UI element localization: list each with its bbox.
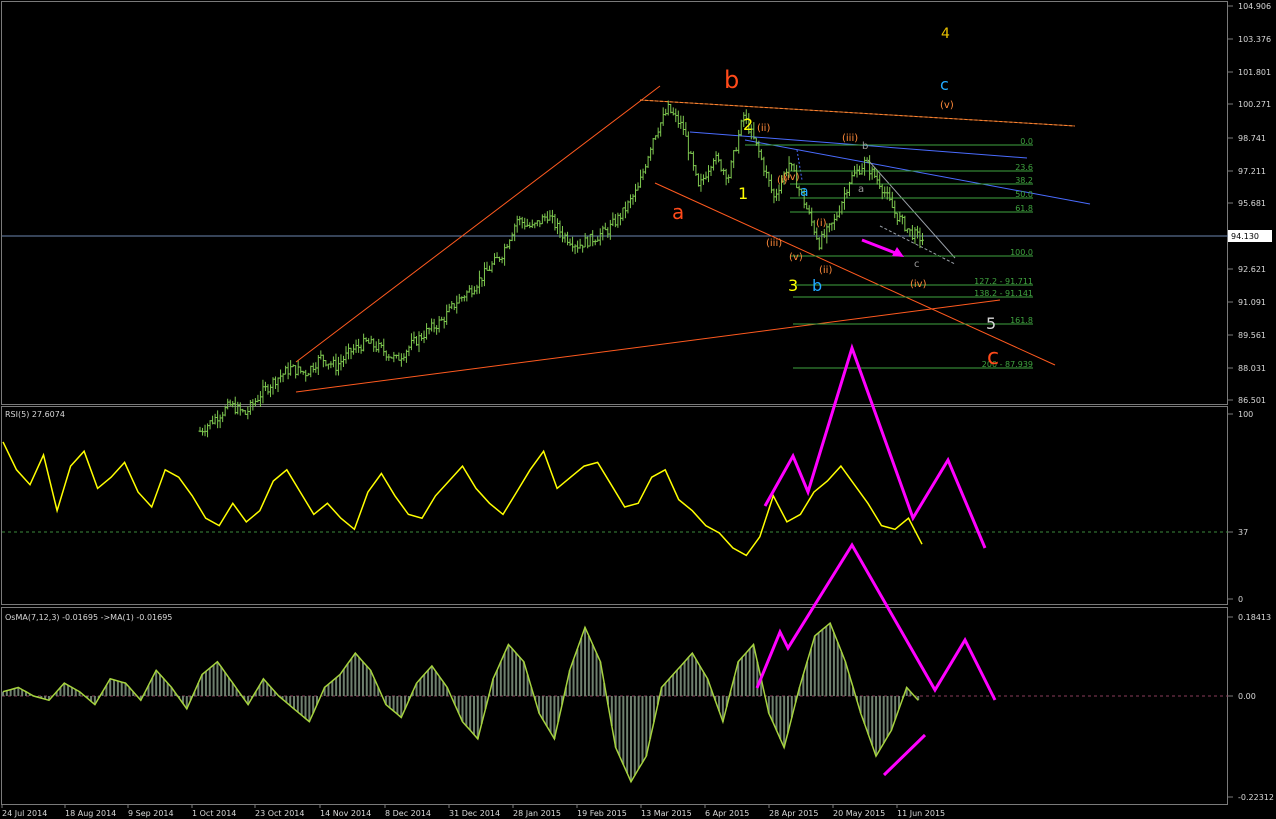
wave-label: b — [862, 141, 868, 152]
wave-label: 2 — [743, 115, 753, 134]
osma-histogram — [2, 623, 920, 782]
price-tick-label: 95.681 — [1238, 199, 1266, 208]
fib-label: 161.8 — [1010, 316, 1033, 325]
date-tick-label: 14 Nov 2014 — [320, 809, 371, 818]
wave-label: (v) — [789, 252, 803, 263]
wave-label: (v) — [940, 100, 954, 111]
wave-label: (iv) — [783, 172, 800, 183]
price-tick-label: 103.376 — [1238, 35, 1271, 44]
fib-label: 0.0 — [1020, 137, 1033, 146]
price-panel-frame — [1, 1, 1228, 405]
price-tick-label: 101.801 — [1238, 68, 1271, 77]
wave-label: 3 — [788, 276, 798, 295]
price-tick-label: 89.561 — [1238, 331, 1266, 340]
price-tick-label: 86.501 — [1238, 396, 1266, 405]
osma-tick-label: -0.22312 — [1238, 793, 1274, 802]
wave-label: a — [672, 200, 684, 224]
fib-label: 127.2 - 91.711 — [974, 277, 1033, 286]
price-axis: 104.906 103.376 101.801 100.271 98.741 97.211… — [1228, 2, 1271, 405]
date-tick-label: 9 Sep 2014 — [128, 809, 174, 818]
date-tick-label: 18 Aug 2014 — [65, 809, 116, 818]
date-tick-label: 13 Mar 2015 — [641, 809, 692, 818]
current-price-label: 94.130 — [1231, 232, 1259, 241]
wave-label: (iv) — [910, 279, 927, 290]
date-tick-label: 6 Apr 2015 — [705, 809, 749, 818]
osma-zigzag — [755, 542, 997, 701]
wave-label: a — [858, 184, 864, 195]
date-tick-label: 8 Dec 2014 — [385, 809, 431, 818]
rsi-line — [2, 441, 923, 557]
date-tick-label: 11 Jun 2015 — [897, 809, 945, 818]
date-tick-label: 23 Oct 2014 — [255, 809, 304, 818]
price-arrow-shaft — [861, 238, 899, 256]
osma-tick-label: 0.00 — [1238, 692, 1256, 701]
osma-title: OsMA(7,12,3) -0.01695 ->MA(1) -0.01695 — [5, 613, 172, 622]
trend-lines — [295, 85, 1091, 393]
small-wedge-upper — [867, 159, 956, 259]
wave-label: c — [940, 75, 949, 94]
fib-label: 50.0 — [1015, 190, 1033, 199]
wave-label: (iii) — [842, 133, 858, 144]
fib-label: 23.6 — [1015, 163, 1033, 172]
wave-label: b — [812, 276, 822, 295]
date-tick-label: 24 Jul 2014 — [2, 809, 47, 818]
rsi-zigzag — [763, 343, 987, 549]
rsi-axis: 100 37 0 — [1228, 410, 1253, 604]
osma-tick-label: 0.18413 — [1238, 613, 1271, 622]
date-axis: 24 Jul 2014 18 Aug 2014 9 Sep 2014 1 Oct 20… — [1, 804, 945, 818]
date-tick-label: 1 Oct 2014 — [192, 809, 236, 818]
price-tick-label: 92.621 — [1238, 265, 1266, 274]
osma-up-arrow — [882, 733, 927, 777]
date-tick-label: 28 Apr 2015 — [769, 809, 818, 818]
panel-frames — [1, 1, 1228, 805]
date-tick-label: 28 Jan 2015 — [513, 809, 561, 818]
wave-label: (i) — [816, 218, 827, 229]
wave-label: (ii) — [819, 265, 832, 276]
chart-canvas: 104.906 103.376 101.801 100.271 98.741 97.211… — [1, 1, 1274, 818]
wave-label: 5 — [986, 314, 996, 333]
resistance-line — [639, 99, 1076, 127]
wave-label: (ii) — [757, 123, 770, 134]
fib-label: 61.8 — [1015, 204, 1033, 213]
wedge-lower-line — [295, 299, 1001, 393]
fib-label: 100.0 — [1010, 248, 1033, 257]
wave-label: c — [914, 259, 920, 270]
wave-label: 1 — [738, 184, 748, 203]
fib-label: 138.2 - 91.141 — [974, 289, 1033, 298]
price-tick-label: 97.211 — [1238, 167, 1266, 176]
price-tick-label: 100.271 — [1238, 100, 1271, 109]
rsi-title: RSI(5) 27.6074 — [5, 410, 65, 419]
rsi-panel-frame — [1, 406, 1228, 605]
rsi-tick-label: 100 — [1238, 410, 1253, 419]
fib-label: 38.2 — [1015, 176, 1033, 185]
rsi-tick-label: 0 — [1238, 595, 1243, 604]
price-tick-label: 91.091 — [1238, 298, 1266, 307]
rsi-tick-label: 37 — [1238, 528, 1248, 537]
wave-label: (iii) — [766, 238, 782, 249]
price-bars — [198, 100, 924, 438]
wave-label: a — [800, 184, 809, 200]
price-tick-label: 98.741 — [1238, 134, 1266, 143]
date-tick-label: 20 May 2015 — [833, 809, 885, 818]
price-tick-label: 104.906 — [1238, 2, 1271, 11]
price-tick-label: 88.031 — [1238, 364, 1266, 373]
wave-label: c — [987, 345, 999, 370]
wave-label: 4 — [941, 26, 950, 42]
rsi-magenta-path — [763, 343, 987, 549]
osma-axis: 0.18413 0.00 -0.22312 — [1228, 613, 1274, 802]
date-tick-label: 31 Dec 2014 — [449, 809, 500, 818]
date-tick-label: 19 Feb 2015 — [577, 809, 627, 818]
price-magenta-arrow — [861, 238, 904, 257]
wave-label: b — [724, 66, 739, 94]
